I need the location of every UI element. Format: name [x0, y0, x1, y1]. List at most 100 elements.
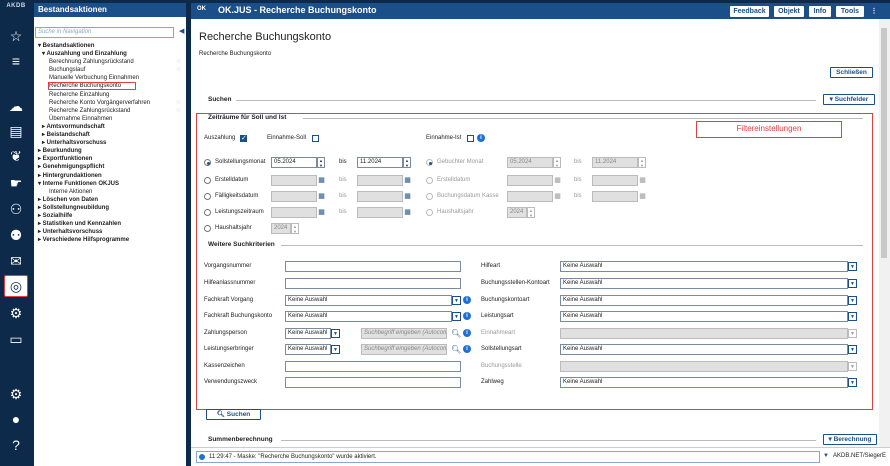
info-button[interactable]: Info: [809, 6, 831, 17]
help-icon[interactable]: ?: [4, 434, 28, 456]
nav-item[interactable]: ▾ Interne Funktionen OKJUS: [36, 180, 184, 188]
nav-item[interactable]: ▾ Bestandsaktionen: [36, 42, 184, 50]
criteria-select[interactable]: Keine Auswahl: [560, 311, 848, 322]
info-icon[interactable]: i: [463, 312, 471, 320]
einnahme-soll-checkbox[interactable]: [312, 135, 319, 142]
criteria-select[interactable]: Keine Auswahl: [285, 328, 331, 339]
nav-item[interactable]: ▸ Sollstellungneubildung: [36, 204, 184, 212]
nav-item[interactable]: ▸ Löschen von Daten: [36, 196, 184, 204]
nav-item[interactable]: Recherche Zahlungsrückstand ☆: [36, 107, 184, 115]
nav-item[interactable]: ▸ Beistandschaft: [36, 131, 184, 139]
nav-search-input[interactable]: Suche in Navigation: [35, 27, 174, 38]
nav-item[interactable]: Buchungslauf ☆: [36, 66, 184, 74]
person-settings-icon[interactable]: ⚙: [4, 302, 28, 324]
criteria-select[interactable]: Keine Auswahl: [560, 344, 848, 355]
close-button[interactable]: Schließen: [830, 67, 873, 78]
nav-item[interactable]: Recherche Konto Vorgängerverfahren ☆: [36, 99, 184, 107]
time-radio[interactable]: [204, 225, 211, 232]
time-radio[interactable]: [204, 177, 211, 184]
nav-item[interactable]: Berechnung Zahlungsrückstand ☆: [36, 58, 184, 66]
dropdown-icon[interactable]: ▼: [848, 378, 857, 387]
handshake-icon[interactable]: ⚇: [4, 198, 28, 220]
calendar-icon[interactable]: ▦: [317, 192, 326, 201]
calendar-icon[interactable]: ▦: [403, 192, 412, 201]
menu-icon[interactable]: ≡: [4, 50, 28, 72]
vertical-scrollbar[interactable]: [879, 19, 890, 447]
document-gear-icon[interactable]: ▭: [4, 328, 28, 350]
criteria-input[interactable]: [285, 361, 461, 372]
status-dropdown-icon[interactable]: ▼: [823, 453, 829, 459]
from-field[interactable]: 05.2024: [271, 157, 317, 168]
criteria-select[interactable]: Keine Auswahl: [285, 295, 452, 306]
nav-item[interactable]: ▸ Sozialhilfe: [36, 212, 184, 220]
nav-item[interactable]: ▸ Unterhaltsvorschuss: [36, 139, 184, 147]
collapse-nav-icon[interactable]: ◀: [179, 27, 185, 37]
nav-item[interactable]: Manuelle Verbuchung Einnahmen: [36, 74, 184, 82]
info-icon[interactable]: i: [477, 134, 485, 142]
nav-item[interactable]: Interne Aktionen: [36, 188, 184, 196]
time-radio[interactable]: [204, 193, 211, 200]
nav-item[interactable]: ▸ Genehmigungspflicht: [36, 163, 184, 171]
calendar-icon[interactable]: ▦: [317, 208, 326, 217]
nav-item[interactable]: ▸ Exportfunktionen: [36, 155, 184, 163]
dropdown-icon[interactable]: ▼: [848, 296, 857, 305]
criteria-select[interactable]: Keine Auswahl: [285, 344, 331, 355]
family-icon[interactable]: ⚉: [4, 224, 28, 246]
objekt-button[interactable]: Objekt: [774, 6, 804, 17]
criteria-select[interactable]: Keine Auswahl: [560, 261, 848, 272]
nav-item[interactable]: ▸ Beurkundung: [36, 147, 184, 155]
info-icon[interactable]: i: [463, 329, 471, 337]
dropdown-icon[interactable]: ▼: [331, 345, 340, 354]
time-radio[interactable]: [204, 159, 211, 166]
target-icon[interactable]: ◎: [4, 275, 28, 297]
favorite-star-icon[interactable]: ☆: [176, 99, 181, 107]
nav-item[interactable]: Recherche Einzahlung: [36, 91, 184, 99]
favorite-star-icon[interactable]: ☆: [176, 66, 181, 74]
calculation-button[interactable]: ▾ Berechnung: [823, 434, 877, 445]
feedback-button[interactable]: Feedback: [730, 6, 769, 17]
more-icon[interactable]: ⋮: [868, 6, 880, 17]
dropdown-icon[interactable]: ▼: [452, 296, 461, 305]
cloud-person-icon[interactable]: ☁: [4, 95, 28, 117]
calendar-icon[interactable]: ▦: [403, 176, 412, 185]
nav-item[interactable]: ▸ Unterhaltsvorschuss: [36, 228, 184, 236]
search-icon[interactable]: 🔍︎: [451, 329, 461, 339]
user-icon[interactable]: ●: [4, 408, 28, 430]
tools-button[interactable]: Tools: [836, 6, 864, 17]
hand-money-icon[interactable]: ☛: [4, 172, 28, 194]
info-icon[interactable]: i: [463, 296, 471, 304]
criteria-input[interactable]: [285, 278, 461, 289]
favorite-star-icon[interactable]: ☆: [176, 107, 181, 115]
dropdown-icon[interactable]: ▼: [452, 312, 461, 321]
calendar-icon[interactable]: ▦: [317, 176, 326, 185]
heart-hand-icon[interactable]: ❦: [4, 145, 28, 167]
search-icon[interactable]: 🔍︎: [451, 345, 461, 355]
badge-icon[interactable]: ▤: [4, 120, 28, 142]
time-radio[interactable]: [204, 209, 211, 216]
search-fields-button[interactable]: ▾ Suchfelder: [823, 94, 875, 105]
favorites-star-icon[interactable]: ☆: [4, 25, 28, 47]
criteria-input[interactable]: [285, 261, 461, 272]
criteria-input[interactable]: [285, 377, 461, 388]
scrollbar-thumb[interactable]: [881, 28, 887, 258]
nav-item[interactable]: ▸ Verschiedene Hilfsprogramme: [36, 236, 184, 244]
criteria-select[interactable]: Keine Auswahl: [560, 278, 848, 289]
dropdown-icon[interactable]: ▼: [848, 262, 857, 271]
nav-item[interactable]: ▾ Auszahlung und Einzahlung: [36, 50, 184, 58]
nav-item[interactable]: Übernahme Einnahmen: [36, 115, 184, 123]
nav-item[interactable]: ▸ Amtsvormundschaft: [36, 123, 184, 131]
calendar-icon[interactable]: ▦: [403, 208, 412, 217]
from-spinner[interactable]: ▲ ▼: [317, 157, 325, 168]
nav-item[interactable]: Recherche Buchungskonto: [36, 82, 184, 91]
settings-icon[interactable]: ⚙: [4, 383, 28, 405]
criteria-select[interactable]: Keine Auswahl: [560, 377, 848, 388]
nav-item[interactable]: ▸ Statistiken und Kennzahlen: [36, 220, 184, 228]
einnahme-ist-checkbox[interactable]: [467, 135, 474, 142]
to-field[interactable]: 11.2024: [357, 157, 403, 168]
favorite-star-icon[interactable]: ☆: [176, 58, 181, 66]
criteria-select[interactable]: Keine Auswahl: [560, 295, 848, 306]
auszahlung-checkbox[interactable]: [240, 134, 247, 142]
to-spinner[interactable]: ▲ ▼: [403, 157, 411, 168]
dropdown-icon[interactable]: ▼: [848, 345, 857, 354]
dropdown-icon[interactable]: ▼: [848, 279, 857, 288]
